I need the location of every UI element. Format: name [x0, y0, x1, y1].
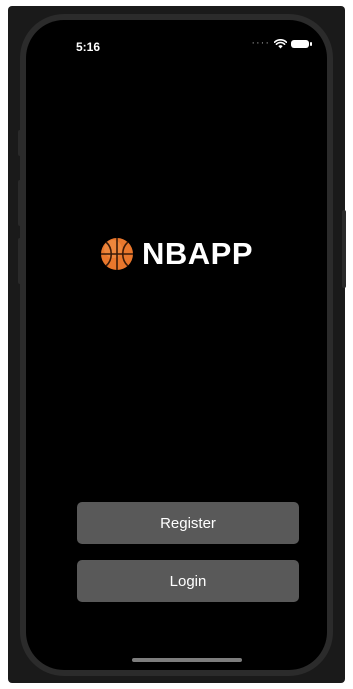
- signal-icon: ····: [251, 37, 270, 49]
- battery-icon: [291, 39, 312, 48]
- wifi-icon: [274, 38, 287, 48]
- app-logo: NBAPP: [26, 236, 327, 272]
- login-button[interactable]: Login: [77, 560, 299, 602]
- basketball-icon: [100, 238, 133, 270]
- register-button[interactable]: Register: [77, 502, 299, 544]
- status-time: 5:16: [76, 40, 101, 54]
- status-icons: ····: [251, 37, 312, 49]
- device-power-button: [342, 210, 346, 288]
- app-title: NBAPP: [141, 236, 253, 271]
- home-indicator[interactable]: [132, 658, 242, 662]
- app-screen: 5:16 ···· NBAPP Register Login: [26, 20, 327, 670]
